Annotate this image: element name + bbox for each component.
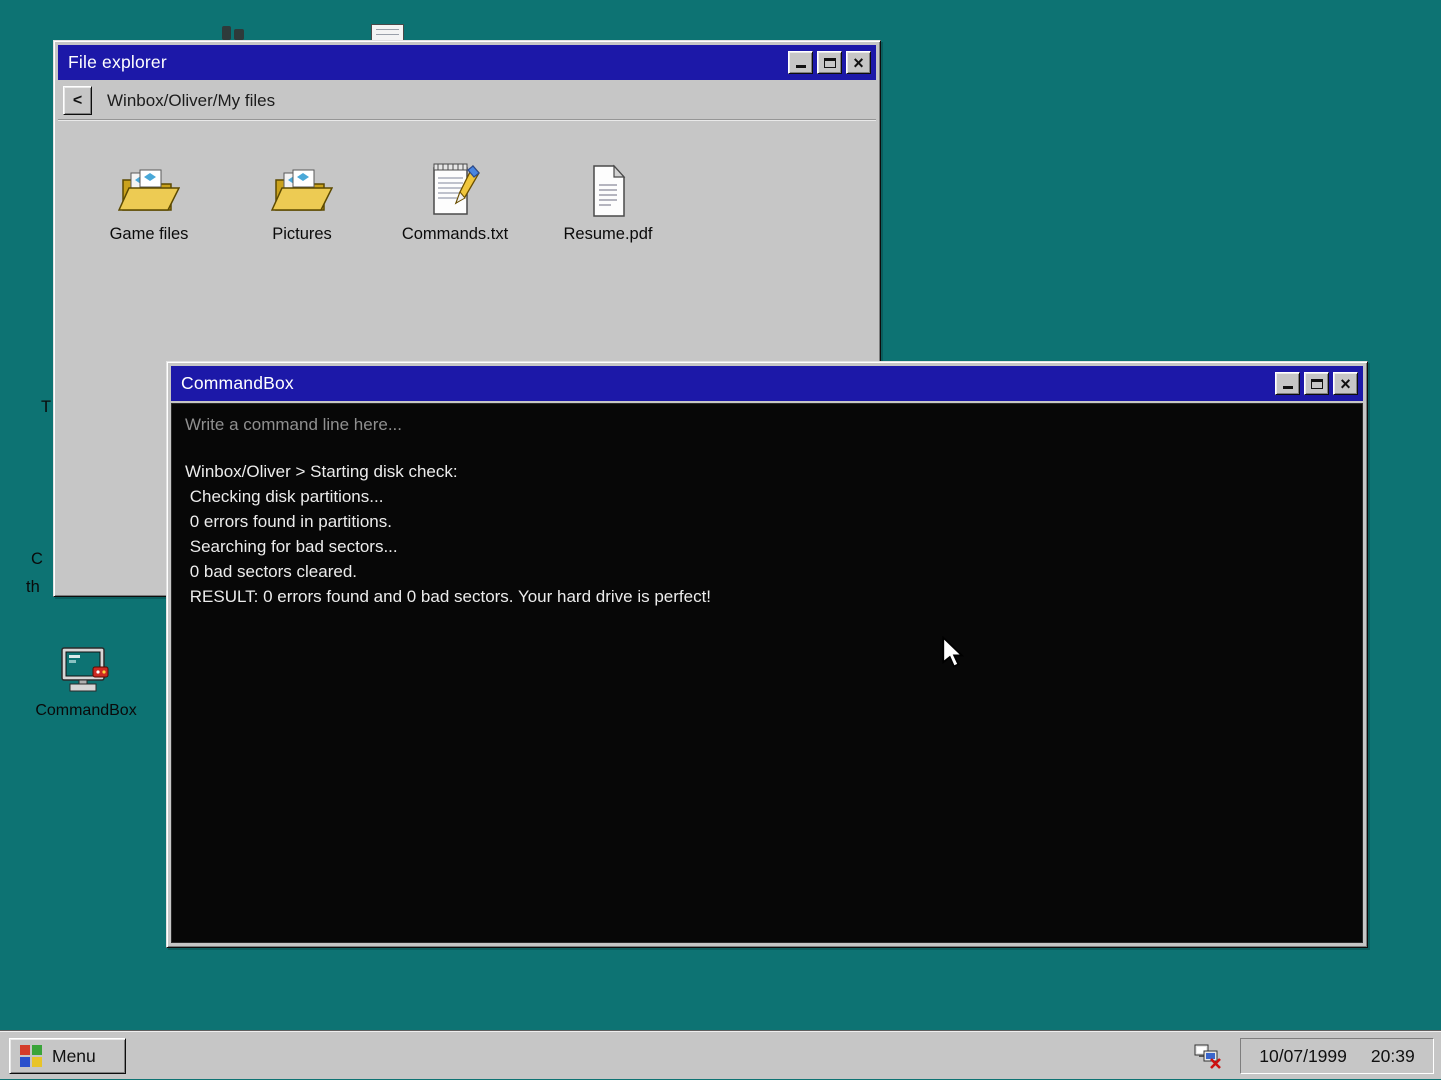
terminal-line: Checking disk partitions... [185, 484, 1348, 509]
terminal-line: 0 errors found in partitions. [185, 509, 1348, 534]
folder-icon [271, 168, 333, 218]
back-icon: < [73, 92, 82, 110]
back-button[interactable]: < [63, 86, 92, 115]
maximize-button[interactable] [1304, 372, 1329, 395]
path-text: Winbox/Oliver/My files [107, 91, 275, 111]
file-item-pictures[interactable]: Pictures [241, 156, 363, 244]
occluded-icon-label: th [26, 578, 40, 597]
network-status-icon[interactable] [1193, 1043, 1223, 1069]
file-item-resume-pdf[interactable]: Resume.pdf [547, 156, 669, 244]
menu-button[interactable]: Menu [9, 1038, 126, 1074]
document-icon [586, 164, 630, 218]
desktop-icon-label: CommandBox [35, 702, 136, 720]
file-label: Commands.txt [402, 225, 508, 244]
minimize-button[interactable] [788, 51, 813, 74]
close-button[interactable]: × [846, 51, 871, 74]
terminal-line: RESULT: 0 errors found and 0 bad sectors… [185, 584, 1348, 609]
folder-icon [118, 168, 180, 218]
terminal-line: 0 bad sectors cleared. [185, 559, 1348, 584]
mouse-cursor [941, 636, 965, 670]
commandbox-window: CommandBox × Write a command line here..… [166, 361, 1368, 948]
file-item-commands-txt[interactable]: Commands.txt [394, 156, 516, 244]
command-input[interactable]: Write a command line here... [185, 412, 1348, 437]
explorer-window-title: File explorer [68, 52, 784, 73]
explorer-titlebar[interactable]: File explorer × [58, 45, 876, 80]
menu-label: Menu [52, 1046, 96, 1067]
file-label: Game files [110, 225, 189, 244]
partial-desktop-icon [220, 24, 246, 40]
taskbar: Menu 10/07/1999 20:39 [0, 1031, 1441, 1079]
maximize-button[interactable] [817, 51, 842, 74]
occluded-icon-label: C [31, 550, 43, 569]
desktop-icon-commandbox[interactable]: CommandBox [24, 646, 148, 720]
minimize-button[interactable] [1275, 372, 1300, 395]
file-list: Game files Pictures [58, 120, 876, 244]
notepad-icon [429, 160, 481, 218]
commandbox-window-title: CommandBox [181, 373, 1271, 394]
occluded-icon-label: T [41, 398, 51, 417]
terminal-output: Winbox/Oliver > Starting disk check: Che… [185, 459, 1348, 609]
commandbox-titlebar[interactable]: CommandBox × [171, 366, 1363, 401]
commandbox-monitor-icon [58, 646, 114, 696]
clock: 10/07/1999 20:39 [1240, 1038, 1434, 1074]
terminal[interactable]: Write a command line here... Winbox/Oliv… [171, 403, 1363, 943]
menu-logo-icon [20, 1045, 42, 1067]
clock-time: 20:39 [1371, 1046, 1415, 1067]
address-bar: < Winbox/Oliver/My files [58, 82, 876, 120]
maximize-icon [824, 58, 836, 68]
file-label: Pictures [272, 225, 332, 244]
close-button[interactable]: × [1333, 372, 1358, 395]
minimize-icon [1283, 386, 1293, 389]
terminal-line: Searching for bad sectors... [185, 534, 1348, 559]
file-label: Resume.pdf [564, 225, 653, 244]
minimize-icon [796, 65, 806, 68]
close-icon: × [853, 54, 864, 72]
file-item-game-files[interactable]: Game files [88, 156, 210, 244]
close-icon: × [1340, 375, 1351, 393]
partial-desktop-icon [371, 24, 404, 40]
terminal-line: Winbox/Oliver > Starting disk check: [185, 459, 1348, 484]
clock-date: 10/07/1999 [1259, 1046, 1347, 1067]
maximize-icon [1311, 379, 1323, 389]
